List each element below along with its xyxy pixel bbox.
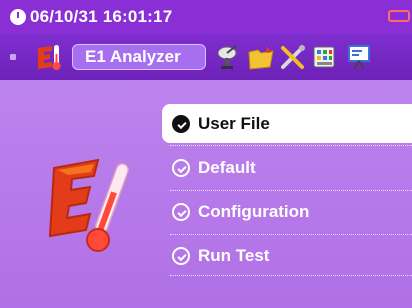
presentation-icon[interactable] <box>344 42 374 72</box>
menu-item-configuration[interactable]: Configuration <box>162 192 412 231</box>
app-title[interactable]: E1 Analyzer <box>72 44 206 70</box>
satellite-dish-icon[interactable] <box>214 42 244 72</box>
menu-item-run-test[interactable]: Run Test <box>162 236 412 275</box>
folder-icon[interactable] <box>246 42 276 72</box>
selected-bullet-icon <box>172 114 190 133</box>
menu-divider <box>170 234 412 235</box>
tools-icon[interactable] <box>278 42 308 72</box>
bullet-icon <box>172 158 190 177</box>
status-datetime: 06/10/31 16:01:17 <box>30 7 173 26</box>
clock-icon <box>10 9 26 25</box>
menu-item-label: Configuration <box>198 201 310 221</box>
menu-item-label: User File <box>198 113 270 133</box>
toolbar-handle <box>10 54 16 60</box>
menu-divider <box>170 190 412 191</box>
menu-item-user-file[interactable]: User File <box>162 104 412 143</box>
menu-item-label: Run Test <box>198 245 270 265</box>
thermometer-logo-icon[interactable] <box>34 42 64 72</box>
e1-thermometer-logo <box>48 158 130 252</box>
menu-divider <box>170 275 412 276</box>
main-menu: User File Default Configuration Run Test <box>162 104 412 276</box>
status-bar: 06/10/31 16:01:17 <box>0 0 412 34</box>
bullet-icon <box>172 246 190 265</box>
menu-item-label: Default <box>198 157 256 177</box>
menu-divider <box>170 145 412 146</box>
menu-item-default[interactable]: Default <box>162 148 412 187</box>
bullet-icon <box>172 202 190 221</box>
keypad-icon[interactable] <box>310 42 340 72</box>
battery-icon <box>388 10 410 22</box>
toolbar: E1 Analyzer <box>0 34 412 80</box>
device-screen: 06/10/31 16:01:17 E1 Analyzer User File … <box>0 0 412 308</box>
